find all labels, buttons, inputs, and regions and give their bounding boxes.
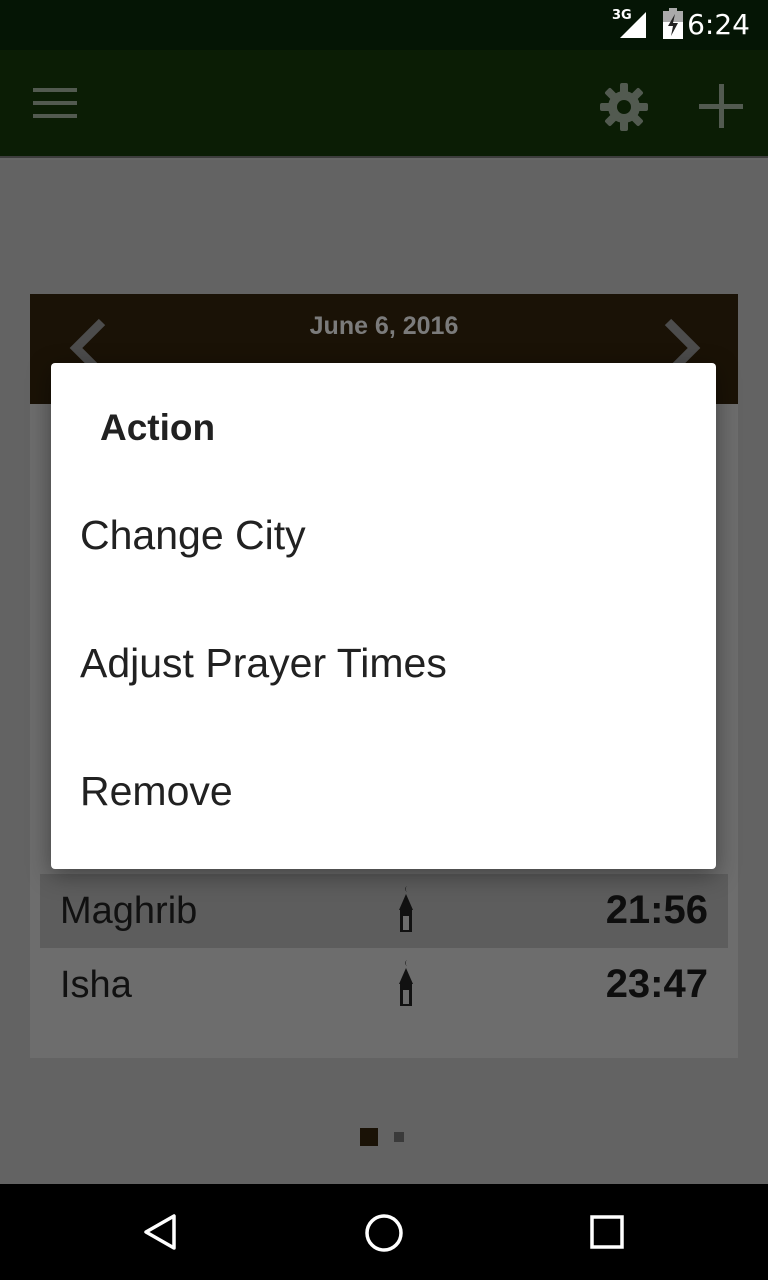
prayer-row-isha[interactable]: Isha 23:47 [40, 948, 728, 1022]
clock: 6:24 [687, 8, 750, 41]
recent-apps-icon[interactable] [589, 1214, 625, 1250]
settings-icon[interactable] [598, 81, 650, 133]
signal-icon [620, 12, 646, 38]
prayer-row-maghrib[interactable]: Maghrib 21:56 [40, 874, 728, 948]
action-dialog: Action Change City Adjust Prayer Times R… [51, 363, 716, 869]
prayer-time: 23:47 [605, 962, 708, 1006]
current-date: June 6, 2016 [309, 312, 459, 340]
status-bar: 3G 6:24 [0, 0, 768, 50]
change-city-option[interactable]: Change City [51, 471, 716, 599]
back-icon[interactable] [140, 1212, 180, 1252]
prayer-name: Maghrib [60, 890, 198, 932]
prayer-time: 21:56 [605, 888, 708, 932]
navigation-bar [0, 1184, 768, 1280]
add-icon[interactable] [696, 81, 746, 131]
app-bar [0, 50, 768, 158]
minaret-icon [399, 960, 413, 1006]
battery-icon [663, 8, 683, 39]
home-icon[interactable] [363, 1212, 405, 1254]
adjust-prayer-times-option[interactable]: Adjust Prayer Times [51, 599, 716, 727]
remove-option[interactable]: Remove [51, 727, 716, 855]
page-dot[interactable] [394, 1132, 404, 1142]
menu-icon[interactable] [30, 84, 80, 122]
minaret-icon [399, 886, 413, 932]
prayer-name: Isha [60, 964, 132, 1006]
dialog-title: Action [100, 407, 216, 448]
page-dot-active[interactable] [360, 1128, 378, 1146]
